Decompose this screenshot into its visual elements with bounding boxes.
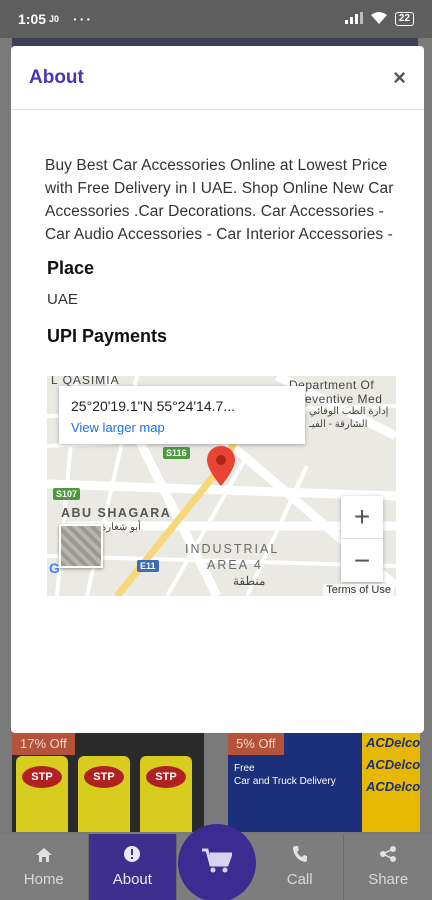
nav-call-label: Call: [286, 871, 313, 888]
nav-home[interactable]: Home: [0, 834, 89, 900]
status-bar: 1:05 J0 ··· 22: [0, 0, 432, 38]
discount-badge: 17% Off: [12, 732, 75, 755]
nav-call[interactable]: Call: [256, 834, 345, 900]
product-image: STP: [78, 756, 130, 832]
satellite-toggle[interactable]: [59, 524, 103, 568]
map-pin-icon[interactable]: [207, 446, 235, 486]
brand-logo: ACDelco ACDelco ACDelco: [362, 732, 420, 832]
road-badge-s107: S107: [53, 488, 81, 500]
signal-icon: [344, 11, 363, 27]
cart-button[interactable]: [178, 824, 256, 900]
nav-share-label: Share: [368, 871, 409, 888]
road-badge-s116: S116: [163, 447, 190, 459]
map-label-abu-shagara: ABU SHAGARA: [61, 506, 172, 520]
about-description: Buy Best Car Accessories Online at Lowes…: [45, 157, 394, 243]
map-label-department-arabic-2: الشارقة - الفيـ: [309, 419, 368, 430]
zoom-in-button[interactable]: +: [341, 496, 383, 539]
map-label-department-arabic: إدارة الطب الوقائي: [309, 406, 389, 417]
nav-about-label: About: [112, 871, 152, 888]
road-badge-e11: E11: [137, 560, 159, 572]
map-label-industrial: INDUSTRIAL: [185, 542, 280, 556]
map-terms-link[interactable]: Terms of Use: [323, 584, 394, 596]
dialog-title: About: [29, 66, 84, 88]
place-heading: Place: [47, 258, 95, 278]
status-more-icon: ···: [73, 11, 94, 27]
map-label-department-2: eventive Med: [305, 392, 383, 406]
map-coordinates: 25°20'19.1"N 55°24'14.7...: [71, 398, 235, 414]
zoom-out-button[interactable]: −: [341, 539, 383, 582]
dialog-body: Buy Best Car Accessories Online at Lowes…: [11, 110, 424, 347]
view-larger-map-link[interactable]: View larger map: [71, 420, 293, 435]
google-logo: G: [49, 560, 60, 576]
nav-share[interactable]: Share: [344, 834, 432, 900]
close-button[interactable]: ×: [393, 66, 406, 89]
product-banner-text: Free Car and Truck Delivery: [234, 763, 336, 787]
place-value: UAE: [47, 291, 78, 308]
map-zoom-controls: + −: [341, 496, 383, 582]
home-icon: [35, 847, 52, 865]
status-time: 1:05: [18, 11, 47, 27]
phone-icon: [292, 846, 307, 865]
info-icon: [124, 846, 141, 865]
about-dialog: About × Buy Best Car Accessories Online …: [11, 46, 424, 733]
map-info-window: 25°20'19.1"N 55°24'14.7... View larger m…: [59, 386, 305, 444]
nav-about[interactable]: About: [88, 834, 178, 900]
nav-home-label: Home: [23, 870, 64, 888]
map-label-area: AREA 4: [207, 558, 263, 572]
discount-badge: 5% Off: [228, 732, 284, 755]
product-image: STP: [140, 756, 192, 832]
map-label-abu-shagara-arabic: أبو شغارة: [101, 522, 141, 533]
product-card-acdelco[interactable]: 5% Off Free Car and Truck Delivery ACDel…: [228, 732, 420, 832]
wifi-icon: [370, 11, 387, 27]
product-image: STP: [16, 756, 68, 832]
battery-icon: 22: [394, 12, 414, 26]
embedded-map[interactable]: L QASIMIA Department Of eventive Med إدا…: [47, 376, 396, 596]
dialog-header: About ×: [11, 46, 424, 110]
share-icon: [380, 846, 397, 865]
status-carrier: J0: [49, 14, 60, 24]
upi-heading: UPI Payments: [47, 326, 168, 346]
map-label-industrial-arabic: منطقة: [233, 574, 266, 588]
product-card-stp[interactable]: STP STP STP 17% Off: [12, 732, 204, 832]
cart-icon: [202, 848, 234, 879]
